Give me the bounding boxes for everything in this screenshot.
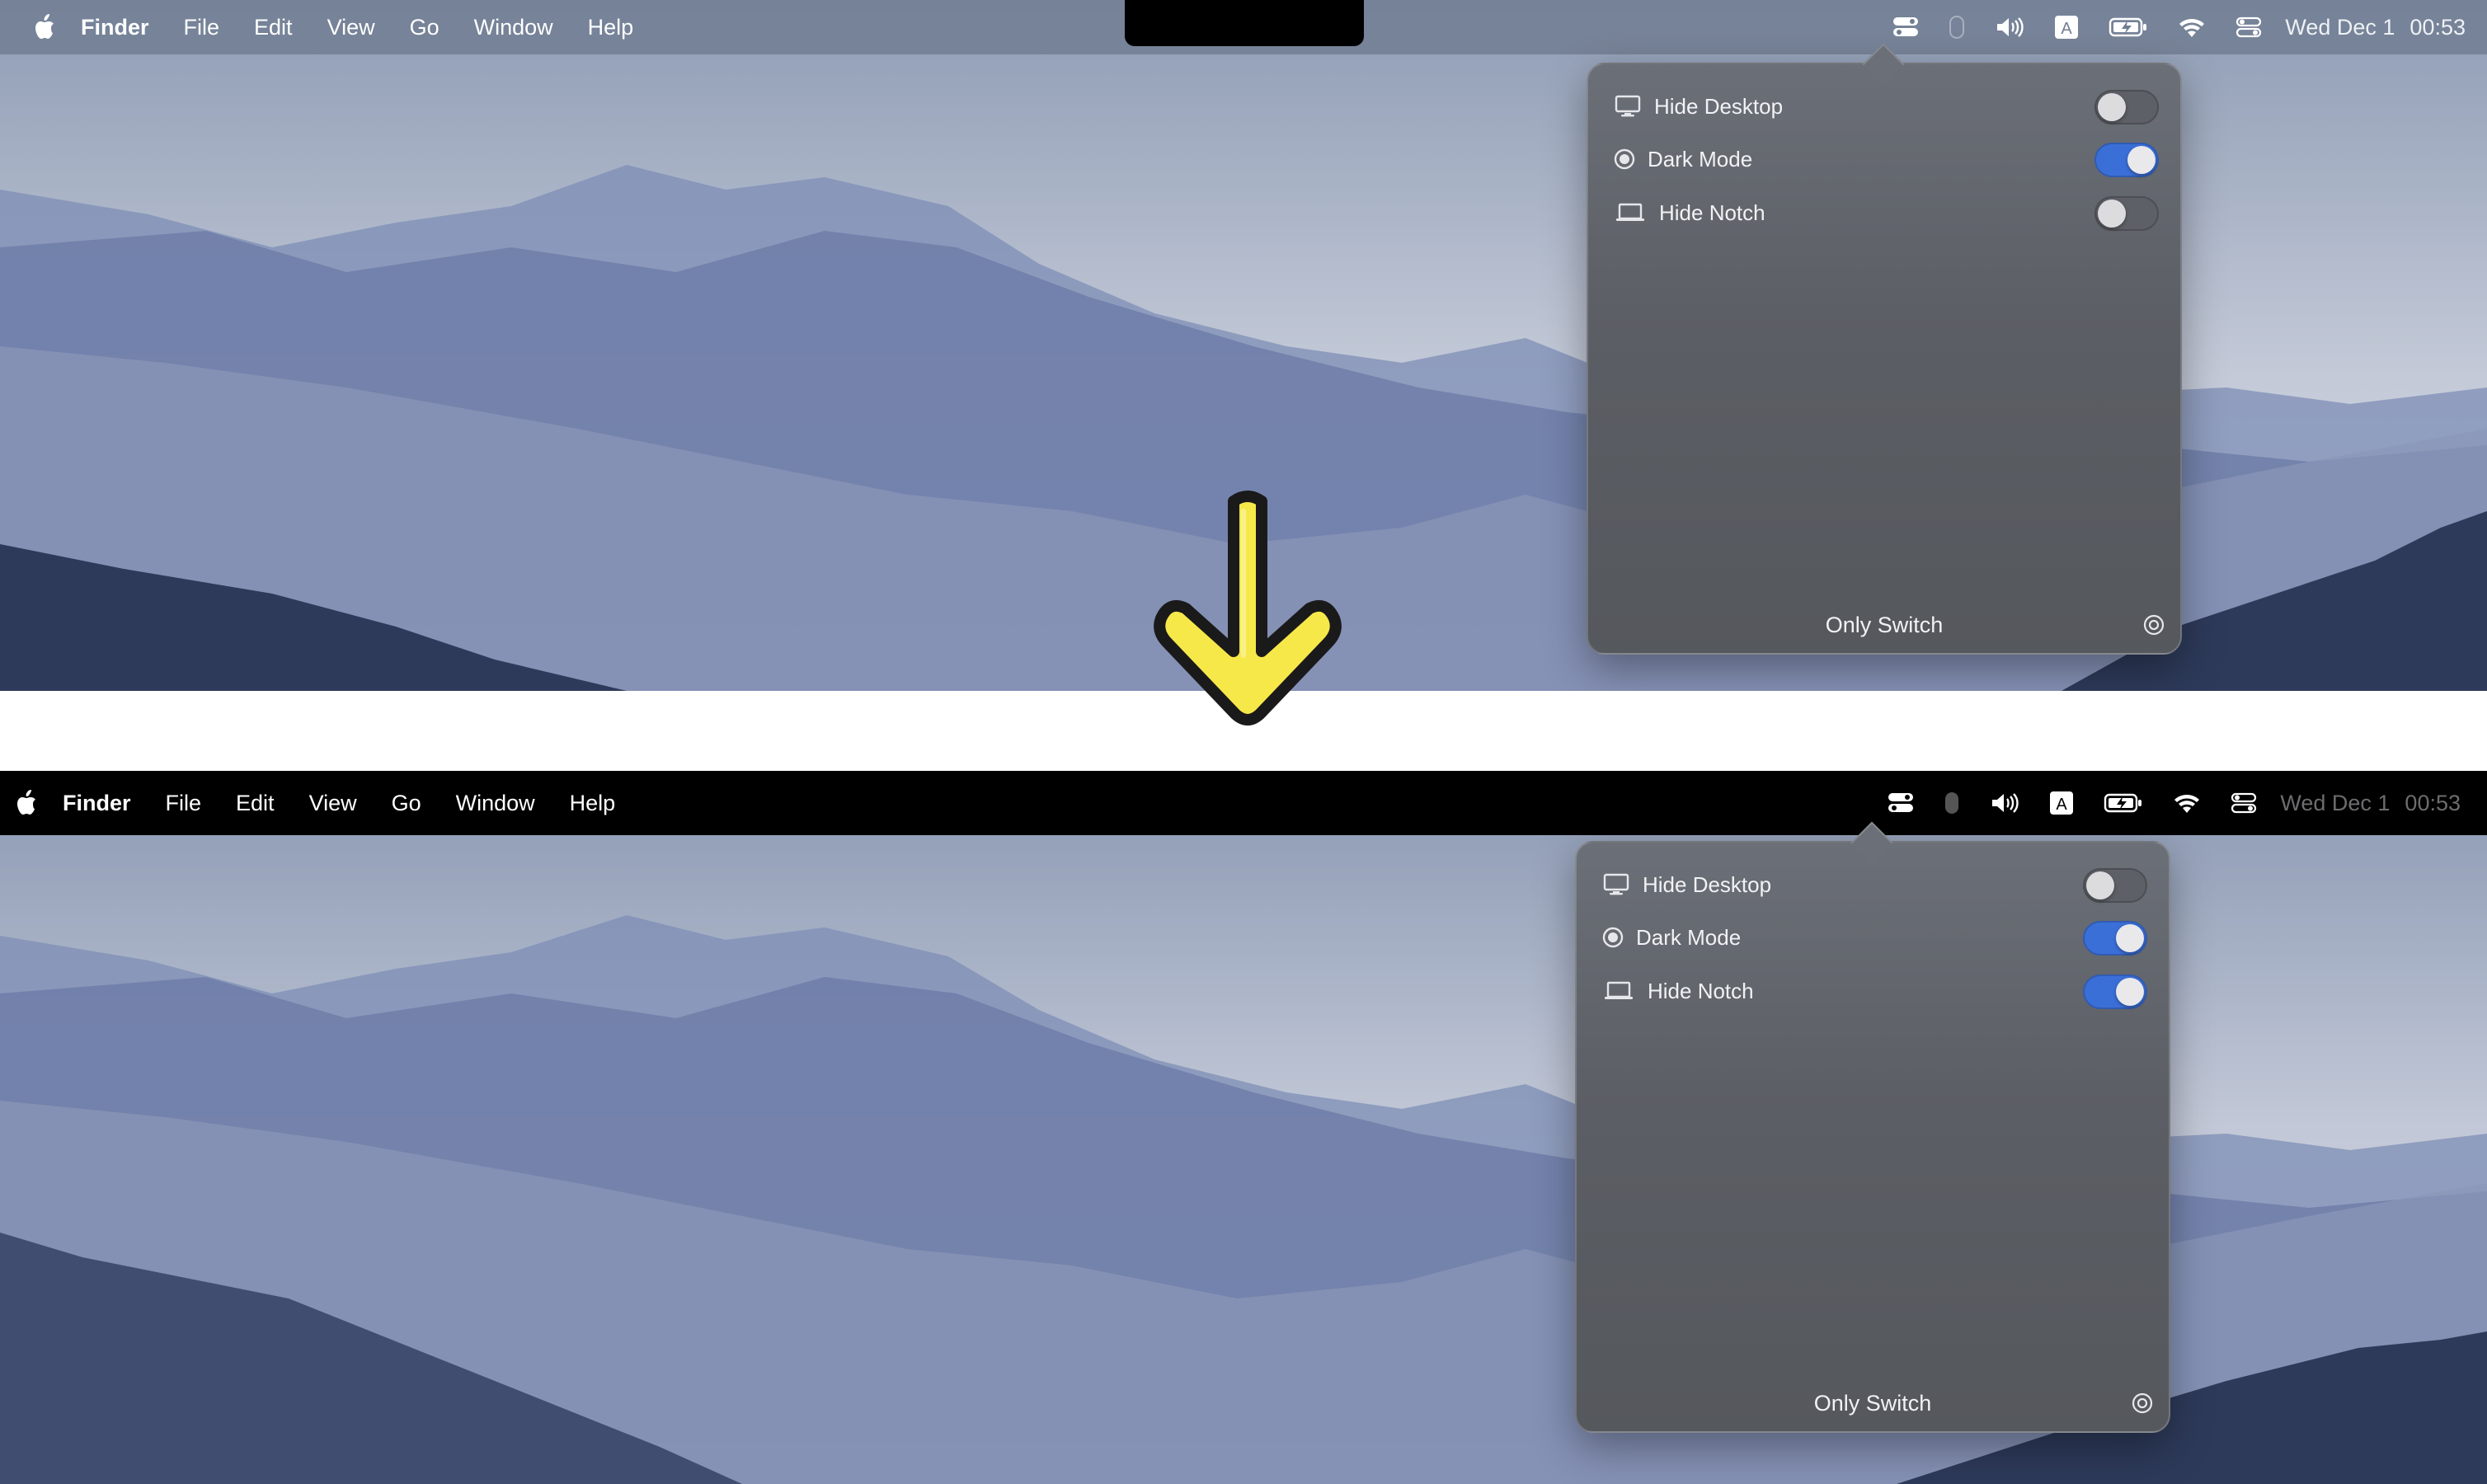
popover-footer-title: Only Switch xyxy=(1825,613,1944,637)
toggle-knob xyxy=(2098,93,2126,121)
menu-file[interactable]: File xyxy=(166,791,202,816)
dark-mode-icon xyxy=(1601,924,1624,951)
volume-icon[interactable] xyxy=(1995,16,2024,39)
toggle-knob xyxy=(2086,871,2114,899)
battery-charging-icon[interactable] xyxy=(2104,792,2143,814)
control-center-icon[interactable] xyxy=(2235,16,2262,39)
hide-notch-toggle[interactable] xyxy=(2083,974,2147,1009)
clock-time: 00:53 xyxy=(2409,14,2466,40)
switch-label: Hide Notch xyxy=(1648,978,1754,1003)
switch-row-dark-mode: Dark Mode xyxy=(1601,917,2147,958)
after-screenshot: Finder File Edit View Go Window Help A W… xyxy=(0,771,2487,1484)
only-switch-popover: Hide Desktop Dark Mode Hide Notch Only S… xyxy=(1575,821,2170,1433)
menu-app-name[interactable]: Finder xyxy=(63,791,131,816)
volume-icon[interactable] xyxy=(1990,791,2019,815)
menu-help[interactable]: Help xyxy=(570,791,616,816)
switch-row-hide-notch: Hide Notch xyxy=(1613,192,2159,233)
menu-help[interactable]: Help xyxy=(588,15,634,40)
switch-row-hide-desktop: Hide Desktop xyxy=(1601,864,2147,905)
switch-row-dark-mode: Dark Mode xyxy=(1613,139,2159,180)
clock-time: 00:53 xyxy=(2405,790,2461,815)
menu-edit[interactable]: Edit xyxy=(254,15,293,40)
menu-app-name[interactable]: Finder xyxy=(81,15,149,40)
battery-charging-icon[interactable] xyxy=(2109,16,2148,38)
down-arrow-icon xyxy=(1154,491,1342,726)
switch-label: Hide Desktop xyxy=(1643,871,1772,897)
menubar-clock[interactable]: Wed Dec 1 00:53 xyxy=(2285,15,2466,40)
switch-row-hide-notch: Hide Notch xyxy=(1601,970,2147,1012)
apple-icon[interactable] xyxy=(31,13,59,41)
toggle-knob xyxy=(2116,978,2144,1006)
menubar-clock[interactable]: Wed Dec 1 00:53 xyxy=(2280,791,2461,816)
input-source-icon[interactable]: A xyxy=(2049,791,2074,815)
dark-mode-toggle[interactable] xyxy=(2083,921,2147,956)
menu-bar: Finder File Edit View Go Window Help A W… xyxy=(0,771,2487,835)
switch-label: Hide Desktop xyxy=(1654,93,1784,119)
hide-notch-toggle[interactable] xyxy=(2094,196,2159,231)
hide-desktop-toggle[interactable] xyxy=(2094,90,2159,124)
switch-label: Hide Notch xyxy=(1659,200,1765,225)
wifi-icon[interactable] xyxy=(2173,791,2201,815)
switch-label: Dark Mode xyxy=(1648,146,1753,171)
popover-footer-title: Only Switch xyxy=(1813,1391,1932,1416)
display-icon xyxy=(1613,93,1643,120)
settings-icon[interactable] xyxy=(2131,1392,2154,1415)
menu-window[interactable]: Window xyxy=(456,791,535,816)
only-switch-menubar-icon[interactable] xyxy=(1892,16,1919,39)
menu-go[interactable]: Go xyxy=(392,791,421,816)
mouse-icon[interactable] xyxy=(1949,15,1965,40)
clock-date: Wed Dec 1 xyxy=(2285,14,2395,40)
menu-view[interactable]: View xyxy=(309,791,357,816)
toggle-knob xyxy=(2116,924,2144,952)
control-center-icon[interactable] xyxy=(2231,791,2257,815)
menu-view[interactable]: View xyxy=(327,15,375,40)
laptop-icon xyxy=(1613,200,1648,226)
switch-row-hide-desktop: Hide Desktop xyxy=(1613,86,2159,127)
toggle-knob xyxy=(2127,146,2156,174)
hide-desktop-toggle[interactable] xyxy=(2083,868,2147,903)
svg-text:A: A xyxy=(2057,796,2068,814)
menu-go[interactable]: Go xyxy=(410,15,440,40)
mouse-icon[interactable] xyxy=(1944,791,1960,815)
only-switch-menubar-icon[interactable] xyxy=(1888,791,1914,815)
only-switch-popover: Hide Desktop Dark Mode Hide Notch Only S… xyxy=(1587,43,2182,655)
menu-edit[interactable]: Edit xyxy=(236,791,275,816)
camera-notch xyxy=(1125,0,1364,46)
toggle-knob xyxy=(2098,200,2126,228)
laptop-icon xyxy=(1601,978,1636,1004)
wifi-icon[interactable] xyxy=(2178,16,2206,39)
settings-icon[interactable] xyxy=(2142,613,2165,636)
apple-icon[interactable] xyxy=(13,789,41,817)
menu-window[interactable]: Window xyxy=(474,15,553,40)
display-icon xyxy=(1601,871,1631,898)
clock-date: Wed Dec 1 xyxy=(2280,790,2391,815)
dark-mode-icon xyxy=(1613,146,1636,172)
dark-mode-toggle[interactable] xyxy=(2094,143,2159,177)
switch-label: Dark Mode xyxy=(1636,924,1742,950)
svg-text:A: A xyxy=(2062,20,2073,38)
input-source-icon[interactable]: A xyxy=(2054,15,2079,40)
menu-file[interactable]: File xyxy=(184,15,220,40)
